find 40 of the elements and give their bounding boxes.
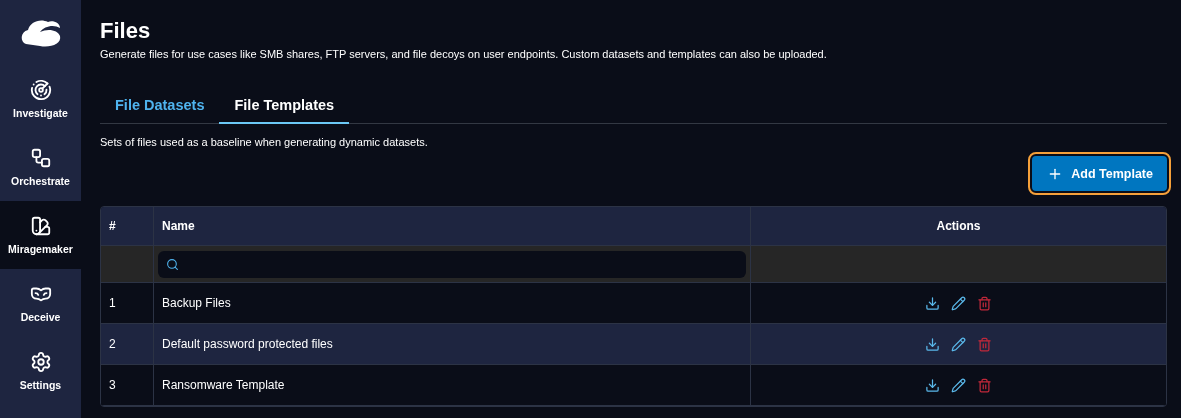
column-header: Name — [154, 207, 751, 245]
pencil-icon[interactable] — [951, 336, 966, 352]
sidebar-label: Miragemaker — [8, 243, 73, 255]
column-header: # — [101, 207, 154, 245]
page-subtitle: Generate files for use cases like SMB shares, FTP servers, and file decoys on user endpoints. Custom datasets and templates can also be uploaded. — [100, 48, 828, 60]
table-cell: Ransomware Template — [154, 365, 751, 405]
sidebar-item[interactable]: Miragemaker — [0, 201, 81, 269]
radar-icon — [29, 79, 52, 101]
download-icon[interactable] — [925, 336, 940, 352]
table-cell: 1 — [101, 283, 154, 323]
sidebar-item[interactable]: Deceive — [0, 269, 81, 337]
sidebar-label: Orchestrate — [11, 175, 70, 187]
settings-icon — [29, 351, 52, 373]
search-field[interactable] — [158, 250, 746, 278]
sidebar-item[interactable]: Orchestrate — [0, 133, 81, 201]
sidebar-label: Deceive — [20, 311, 61, 323]
table-cell: 2 — [101, 324, 154, 364]
pencil-icon[interactable] — [951, 377, 966, 393]
tab[interactable]: File Templates — [219, 88, 350, 124]
table-cell: Default password protected files — [154, 324, 751, 364]
download-icon[interactable] — [925, 377, 940, 393]
tab-description: Sets of files used as a baseline when generating dynamic datasets. — [100, 136, 429, 148]
trash-icon[interactable] — [977, 377, 992, 393]
trash-icon[interactable] — [977, 336, 992, 352]
sidebar-item[interactable]: Investigate — [0, 65, 81, 133]
sidebar-item[interactable]: Settings — [0, 337, 81, 405]
search-icon — [166, 257, 179, 271]
page-title: Files — [100, 18, 152, 44]
trash-icon[interactable] — [977, 295, 992, 311]
swatch-icon — [29, 215, 52, 237]
sidebar-label: Investigate — [13, 107, 68, 119]
column-header: Actions — [935, 218, 982, 235]
pencil-icon[interactable] — [951, 295, 966, 311]
cloud-logo — [19, 17, 62, 48]
sidebar-label: Settings — [19, 379, 62, 391]
table-cell: Backup Files — [154, 283, 751, 323]
table-cell: 3 — [101, 365, 154, 405]
download-icon[interactable] — [925, 295, 940, 311]
tab[interactable]: File Datasets — [100, 88, 220, 124]
workflow-icon — [29, 147, 52, 169]
